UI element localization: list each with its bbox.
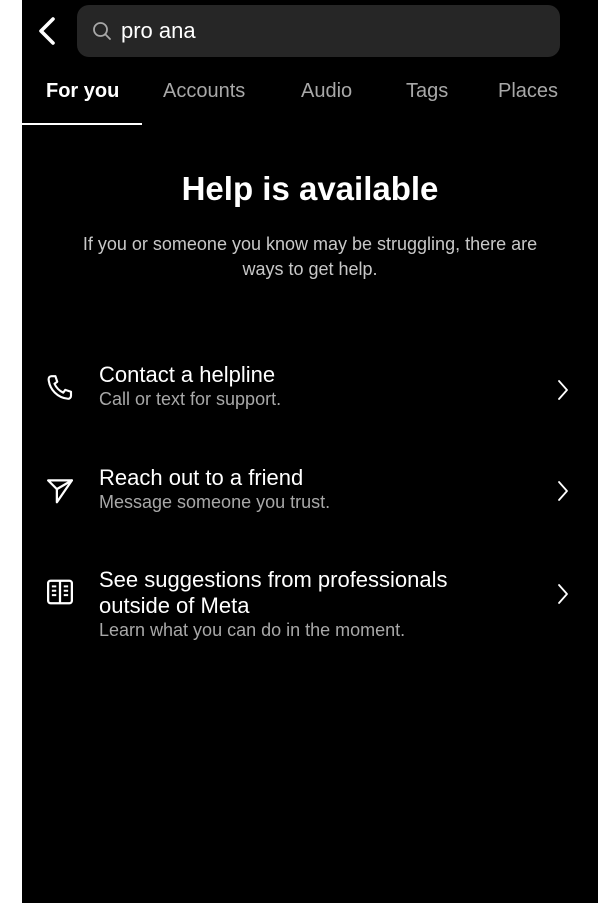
book-icon <box>44 576 76 608</box>
chevron-right-icon <box>555 378 571 402</box>
chevron-right-icon <box>555 479 571 503</box>
search-input[interactable] <box>121 18 541 44</box>
tab-places[interactable]: Places <box>498 80 558 103</box>
tab-for-you[interactable]: For you <box>46 80 119 103</box>
option-text: Reach out to a friend Message someone yo… <box>99 465 519 514</box>
option-description: Call or text for support. <box>99 389 282 409</box>
option-text: Contact a helpline Call or text for supp… <box>99 362 519 411</box>
search-icon <box>91 20 113 42</box>
chevron-right-icon <box>555 582 571 606</box>
active-tab-indicator <box>22 123 142 125</box>
chevron-left-icon <box>39 17 55 45</box>
option-text: See suggestions from professionals outsi… <box>99 567 519 642</box>
option-title: See suggestions from professionals outsi… <box>99 567 448 618</box>
screen: For you Accounts Audio Tags Places Help … <box>22 0 598 903</box>
option-title: Contact a helpline <box>99 362 276 387</box>
option-title: Reach out to a friend <box>99 465 304 490</box>
reach-out-friend-option[interactable]: Reach out to a friend Message someone yo… <box>22 465 598 525</box>
search-tabs: For you Accounts Audio Tags Places <box>22 70 598 126</box>
professional-suggestions-option[interactable]: See suggestions from professionals outsi… <box>22 567 598 652</box>
tab-accounts[interactable]: Accounts <box>163 80 245 103</box>
search-bar[interactable] <box>77 5 560 57</box>
back-button[interactable] <box>30 14 64 48</box>
help-title: Help is available <box>181 170 439 207</box>
tab-tags[interactable]: Tags <box>406 80 448 103</box>
option-description: Message someone you trust. <box>99 492 331 512</box>
help-subtitle: If you or someone you know may be strugg… <box>82 234 538 279</box>
send-icon <box>44 475 76 507</box>
option-description: Learn what you can do in the moment. <box>99 620 406 640</box>
contact-helpline-option[interactable]: Contact a helpline Call or text for supp… <box>22 362 598 422</box>
phone-icon <box>44 372 76 404</box>
tab-audio[interactable]: Audio <box>301 80 352 103</box>
